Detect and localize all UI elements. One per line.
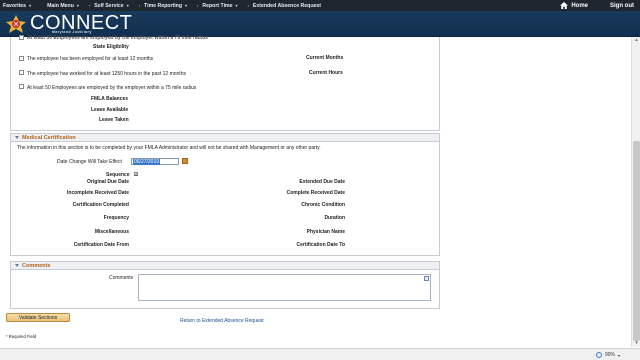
comments-header[interactable]: Comments	[10, 261, 440, 270]
extended-due-date-label: Extended Due Date	[299, 179, 345, 185]
certification-date-from-label: Certification Date From	[73, 242, 129, 248]
nav-main-menu[interactable]: Main Menu ▾	[47, 3, 79, 9]
complete-received-date-label: Complete Received Date	[286, 190, 345, 196]
vertical-scrollbar[interactable]: ▴ ▾	[631, 37, 640, 347]
nav-time-reporting[interactable]: › Time Reporting ▾	[139, 3, 188, 9]
browser-status-bar: 90% ▾	[0, 348, 640, 360]
comments-panel: Comments	[10, 270, 440, 309]
chevron-right-icon: ›	[247, 3, 249, 8]
leave-available-label: Leave Available	[91, 107, 129, 113]
eligibility-panel: At least 50 Employees are employed by th…	[10, 35, 440, 131]
cut-off-text: At least 50 Employees are employed by th…	[27, 35, 208, 41]
worked-1250-hours-checkbox[interactable]	[19, 70, 24, 75]
chronic-condition-label: Chronic Condition	[301, 202, 345, 208]
chevron-down-icon: ▾	[617, 352, 620, 358]
scrollbar-thumb[interactable]	[633, 141, 640, 341]
medical-certification-header[interactable]: Medical Certification	[10, 133, 440, 142]
medical-info-text: The information in this section is to be…	[17, 145, 321, 151]
zoom-control[interactable]: 90% ▾	[595, 352, 620, 358]
fifty-employees-label: At least 50 Employees are employed by th…	[27, 85, 197, 91]
sign-out-link[interactable]: Sign out	[610, 3, 634, 9]
current-months-label: Current Months	[306, 55, 344, 61]
medical-certification-panel: The information in this section is to be…	[10, 142, 440, 256]
original-due-date-label: Original Due Date	[87, 179, 129, 185]
sequence-value: 0	[134, 172, 138, 177]
state-eligibility-label: State Eligibility	[93, 44, 129, 50]
chevron-right-icon: ›	[197, 3, 199, 8]
duration-label: Duration	[324, 215, 345, 221]
miscellaneous-label: Miscellaneous	[94, 229, 129, 235]
incomplete-received-date-label: Incomplete Received Date	[67, 190, 129, 196]
current-hours-label: Current Hours	[309, 70, 343, 76]
frequency-label: Frequency	[103, 215, 129, 221]
home-icon	[560, 2, 569, 9]
employed-12-months-label: The employee has been employed for at le…	[27, 56, 154, 62]
comments-textarea[interactable]	[138, 274, 431, 301]
top-nav-bar: Favorites ▾ Main Menu ▾ › Self Service ▾ › Ti…	[0, 0, 640, 11]
nav-self-service[interactable]: › Self Service ▾	[89, 3, 129, 9]
calendar-icon[interactable]	[182, 158, 188, 164]
validate-sections-button[interactable]: Validate Sections	[6, 313, 70, 322]
sequence-label: Sequence	[106, 172, 130, 178]
nav-extended-absence-request[interactable]: › Extended Absence Request	[248, 3, 321, 9]
certification-date-to-label: Certification Date To	[296, 242, 345, 248]
certification-completed-label: Certification Completed	[72, 202, 129, 208]
eligibility-checkbox-cut[interactable]	[19, 35, 24, 40]
globe-icon	[595, 352, 602, 358]
header-banner: CONNECT Maryland Judiciary	[0, 11, 640, 37]
return-to-extended-absence-request-link[interactable]: Return to Extended Absence Request	[180, 318, 264, 324]
chevron-down-icon: ▾	[185, 3, 188, 8]
date-change-input[interactable]: 06/27/2019	[131, 158, 179, 165]
chevron-right-icon: ›	[88, 3, 91, 8]
leave-taken-label: Leave Taken	[99, 117, 129, 123]
section-title: Medical Certification	[22, 134, 76, 141]
chevron-down-icon: ▾	[235, 3, 238, 8]
physician-name-label: Physician Name	[306, 229, 345, 235]
chevron-right-icon: ›	[138, 3, 141, 8]
section-title: Comments	[22, 262, 51, 269]
nav-favorites[interactable]: Favorites ▾	[3, 3, 31, 9]
chevron-down-icon: ▾	[76, 3, 79, 8]
scroll-down-icon[interactable]: ▾	[633, 340, 640, 347]
fmla-balances-label: FMLA Balances	[91, 96, 129, 102]
scroll-up-icon[interactable]: ▴	[633, 37, 640, 44]
collapse-triangle-icon	[15, 264, 19, 267]
chevron-down-icon: ▾	[29, 3, 32, 8]
employed-12-months-checkbox[interactable]	[19, 56, 24, 61]
maryland-seal-logo-icon	[6, 15, 26, 33]
comments-label: Comments	[109, 275, 134, 281]
worked-1250-hours-label: The employee has worked for at least 125…	[27, 71, 186, 77]
collapse-triangle-icon	[15, 136, 19, 139]
home-link[interactable]: Home	[560, 2, 588, 9]
required-field-note: * Required Field	[6, 334, 37, 339]
expand-textarea-icon[interactable]	[424, 276, 429, 281]
nav-report-time[interactable]: › Report Time ▾	[197, 3, 238, 9]
fifty-employees-checkbox[interactable]	[19, 84, 24, 89]
logo-subtitle: Maryland Judiciary	[52, 30, 92, 34]
chevron-down-icon: ▾	[126, 3, 129, 8]
date-change-label: Date Change Will Take Effect	[57, 159, 122, 165]
